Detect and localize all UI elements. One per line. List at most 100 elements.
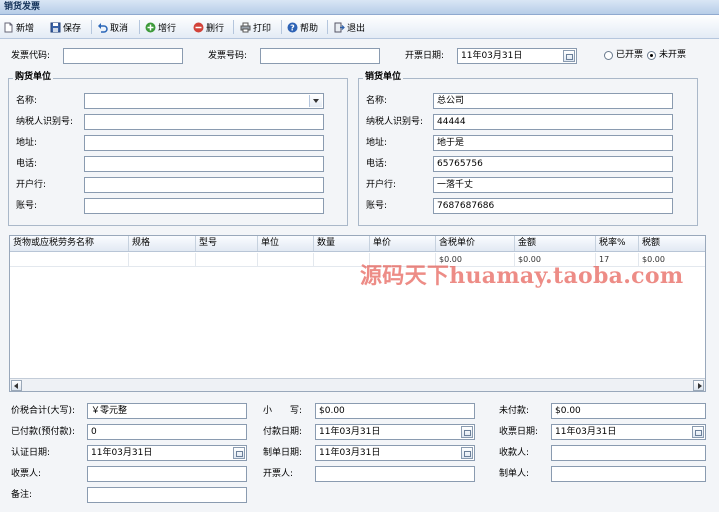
calendar-icon[interactable]: [461, 426, 473, 438]
pay-date-input[interactable]: 11年03月31日: [315, 424, 475, 440]
seller-phone-input[interactable]: 65765756: [433, 156, 673, 172]
verify-date-label: 认证日期:: [11, 448, 51, 458]
chevron-down-icon[interactable]: [309, 95, 322, 107]
make-date-input[interactable]: 11年03月31日: [315, 445, 475, 461]
calendar-icon[interactable]: [461, 447, 473, 459]
column-header-tax-amount[interactable]: 税额: [639, 236, 705, 251]
column-header-quantity[interactable]: 数量: [314, 236, 370, 251]
seller-taxid-label: 纳税人识别号:: [366, 117, 424, 127]
receive-date-input[interactable]: 11年03月31日: [551, 424, 706, 440]
total-upper-label: 价税合计(大写):: [11, 406, 76, 416]
window-title: 销货发票: [0, 0, 719, 15]
toolbar-separator: [139, 20, 140, 34]
receive-date-label: 收票日期:: [499, 427, 539, 437]
seller-account-label: 账号:: [366, 201, 388, 211]
delete-row-button[interactable]: 删行: [193, 20, 224, 34]
scroll-left-icon[interactable]: [11, 380, 22, 391]
total-upper-input[interactable]: ￥零元整: [87, 403, 247, 419]
delete-row-icon: [193, 22, 204, 33]
make-date-value: 11年03月31日: [319, 448, 381, 458]
buyer-name-label: 名称:: [16, 96, 38, 106]
undo-icon: [97, 22, 108, 33]
cell-item-name[interactable]: [10, 253, 129, 266]
remark-input[interactable]: [87, 487, 247, 503]
new-button[interactable]: 新增: [3, 20, 34, 34]
toolbar: 新增 保存 取消 增行 删行 打印 ? 帮助 退出: [0, 15, 719, 39]
seller-legend: 销货单位: [363, 72, 404, 83]
cell-model[interactable]: [196, 253, 258, 266]
toolbar-separator: [91, 20, 92, 34]
add-row-button[interactable]: 增行: [145, 20, 176, 34]
seller-bank-input[interactable]: 一落千丈: [433, 177, 673, 193]
column-header-tax-incl-price[interactable]: 含税单价: [436, 236, 515, 251]
column-header-model[interactable]: 型号: [196, 236, 258, 251]
column-header-amount[interactable]: 金额: [515, 236, 596, 251]
horizontal-scrollbar[interactable]: [10, 378, 705, 391]
issued-radio[interactable]: [604, 51, 613, 60]
invoice-no-input[interactable]: [260, 48, 380, 64]
save-button[interactable]: 保存: [50, 20, 81, 34]
seller-name-input[interactable]: 总公司: [433, 93, 673, 109]
buyer-account-input[interactable]: [84, 198, 324, 214]
buyer-bank-input[interactable]: [84, 177, 324, 193]
buyer-bank-label: 开户行:: [16, 180, 47, 190]
buyer-address-label: 地址:: [16, 138, 38, 148]
seller-taxid-input[interactable]: 44444: [433, 114, 673, 130]
column-header-unit[interactable]: 单位: [258, 236, 314, 251]
scroll-right-icon[interactable]: [693, 380, 704, 391]
pay-date-label: 付款日期:: [263, 427, 303, 437]
save-icon: [50, 22, 61, 33]
paid-input[interactable]: 0: [87, 424, 247, 440]
exit-icon: [334, 22, 345, 33]
buyer-taxid-label: 纳税人识别号:: [16, 117, 74, 127]
buyer-phone-label: 电话:: [16, 159, 38, 169]
cell-unit[interactable]: [258, 253, 314, 266]
save-button-label: 保存: [63, 23, 82, 34]
cancel-button[interactable]: 取消: [97, 20, 128, 34]
invoice-no-label: 发票号码:: [208, 51, 248, 61]
column-header-item-name[interactable]: 货物或应税劳务名称: [10, 236, 129, 251]
collector-input[interactable]: [551, 445, 706, 461]
add-row-button-label: 增行: [158, 23, 177, 34]
maker-label: 制单人:: [499, 469, 530, 479]
column-header-spec[interactable]: 规格: [129, 236, 196, 251]
cancel-button-label: 取消: [110, 23, 129, 34]
seller-address-input[interactable]: 地于是: [433, 135, 673, 151]
invoice-date-input[interactable]: 11年03月31日: [457, 48, 577, 64]
calendar-icon[interactable]: [233, 447, 245, 459]
svg-text:?: ?: [290, 23, 295, 32]
watermark: 源码天下huamay.taoba.com: [360, 263, 684, 289]
calendar-icon[interactable]: [692, 426, 704, 438]
not-issued-radio[interactable]: [647, 51, 656, 60]
calendar-icon[interactable]: [563, 50, 575, 62]
new-button-label: 新增: [16, 23, 35, 34]
help-button[interactable]: ? 帮助: [287, 20, 318, 34]
column-header-tax-rate[interactable]: 税率%: [596, 236, 639, 251]
buyer-phone-input[interactable]: [84, 156, 324, 172]
verify-date-input[interactable]: 11年03月31日: [87, 445, 247, 461]
cell-spec[interactable]: [129, 253, 196, 266]
invoice-code-input[interactable]: [63, 48, 183, 64]
exit-button[interactable]: 退出: [334, 20, 365, 34]
unpaid-input[interactable]: $0.00: [551, 403, 706, 419]
column-header-unit-price[interactable]: 单价: [370, 236, 436, 251]
help-icon: ?: [287, 22, 298, 33]
ticket-receiver-input[interactable]: [87, 466, 247, 482]
collector-label: 收款人:: [499, 448, 530, 458]
buyer-account-label: 账号:: [16, 201, 38, 211]
toolbar-separator: [327, 20, 328, 34]
maker-input[interactable]: [551, 466, 706, 482]
biller-input[interactable]: [315, 466, 475, 482]
delete-row-button-label: 删行: [206, 23, 225, 34]
add-row-icon: [145, 22, 156, 33]
remark-label: 备注:: [11, 490, 33, 500]
subtotal-input[interactable]: $0.00: [315, 403, 475, 419]
buyer-taxid-input[interactable]: [84, 114, 324, 130]
seller-account-input[interactable]: 7687687686: [433, 198, 673, 214]
buyer-address-input[interactable]: [84, 135, 324, 151]
invoice-date-value: 11年03月31日: [461, 51, 523, 61]
print-button[interactable]: 打印: [240, 20, 271, 34]
paid-label: 已付款(预付款):: [11, 427, 76, 437]
buyer-name-combo[interactable]: [84, 93, 324, 109]
ticket-receiver-label: 收票人:: [11, 469, 42, 479]
